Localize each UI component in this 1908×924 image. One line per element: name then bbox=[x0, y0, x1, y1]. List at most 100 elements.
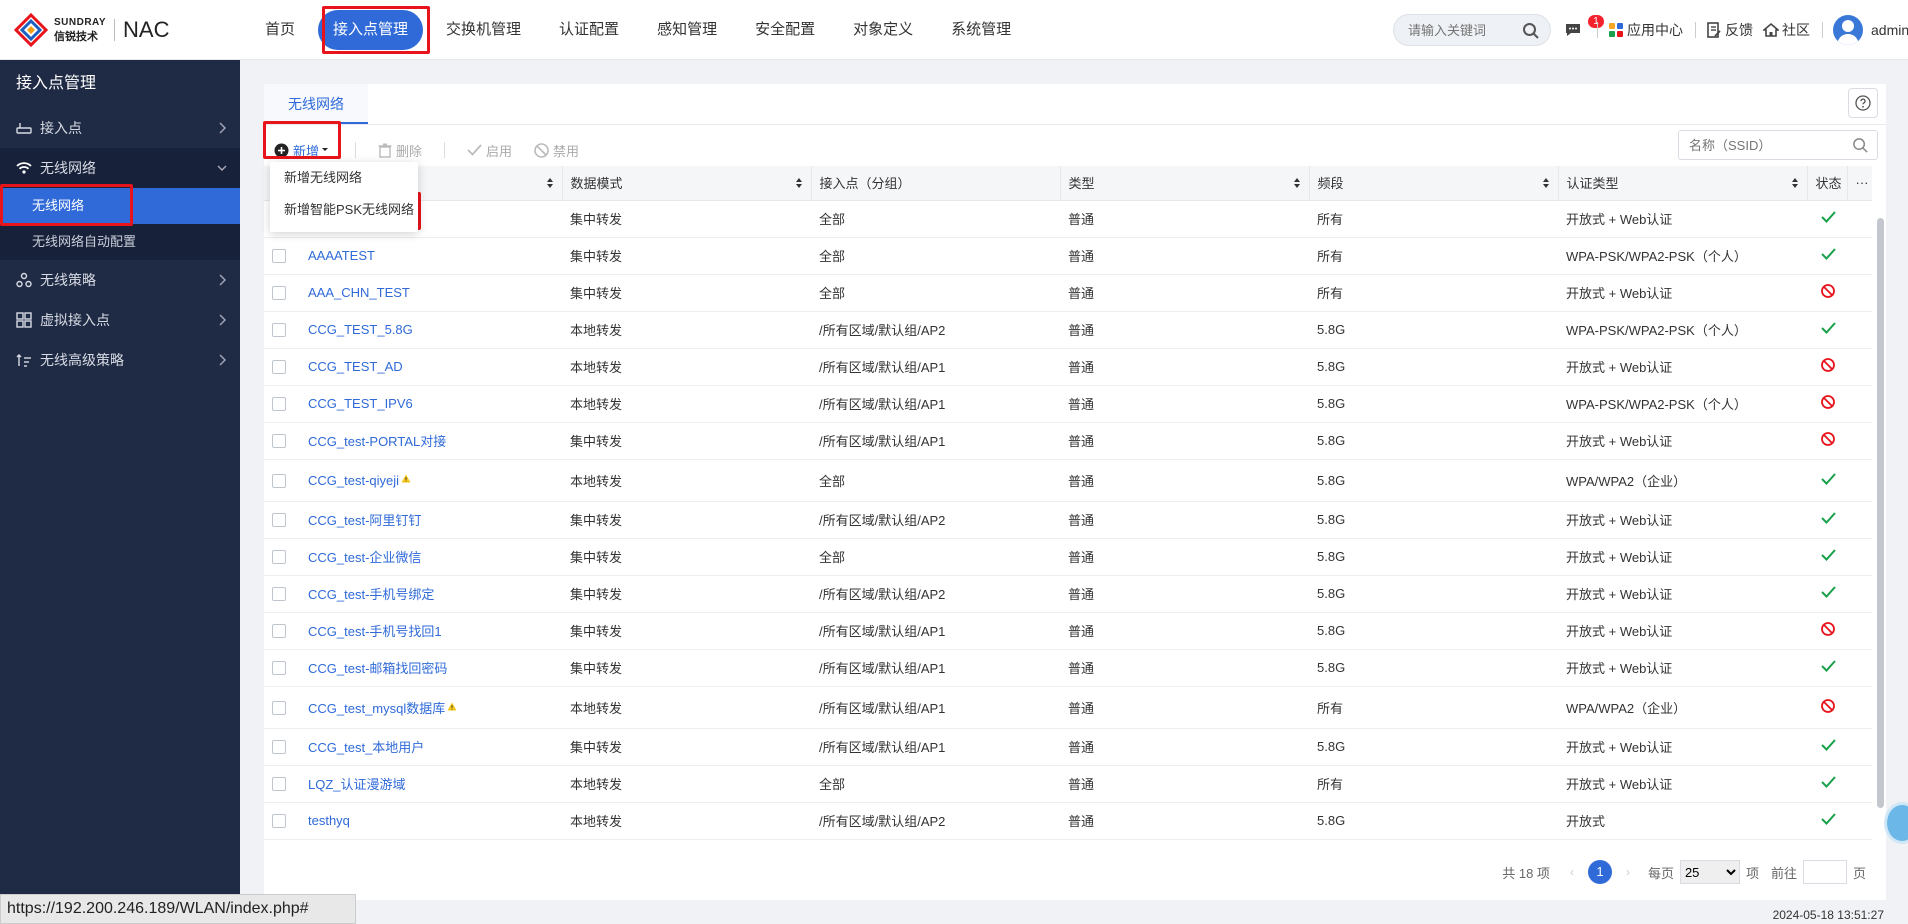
row-checkbox[interactable] bbox=[272, 513, 286, 528]
table-row[interactable]: AAAATEST 集中转发 全部 普通 所有 WPA-PSK/WPA2-PSK（个人） bbox=[264, 237, 1872, 275]
sidebar-item-access-point[interactable]: 接入点 bbox=[0, 108, 240, 148]
sidebar-item-wireless-policy[interactable]: 无线策略 bbox=[0, 260, 240, 300]
row-checkbox[interactable] bbox=[272, 814, 286, 829]
cell-status[interactable] bbox=[1807, 649, 1847, 687]
nav-home[interactable]: 首页 bbox=[250, 10, 310, 50]
vertical-scrollbar[interactable] bbox=[1874, 202, 1886, 822]
tab-wireless-network[interactable]: 无线网络 bbox=[264, 84, 368, 124]
sidebar-item-virtual-ap[interactable]: 虚拟接入点 bbox=[0, 300, 240, 340]
cell-name[interactable]: CCG_test_mysql数据库 bbox=[300, 686, 562, 729]
cell-status[interactable] bbox=[1807, 765, 1847, 803]
row-select[interactable] bbox=[264, 538, 300, 576]
cell-status[interactable] bbox=[1807, 237, 1847, 275]
cell-status[interactable] bbox=[1807, 686, 1847, 729]
row-checkbox[interactable] bbox=[272, 587, 286, 602]
table-row[interactable]: CCG_TEST_IPV6 本地转发/所有区域/默认组/AP1 普通 5.8G WPA-… bbox=[264, 385, 1872, 423]
cell-status[interactable] bbox=[1807, 728, 1847, 766]
row-select[interactable] bbox=[264, 649, 300, 687]
app-center-button[interactable]: 应用中心 bbox=[1608, 20, 1683, 40]
row-checkbox[interactable] bbox=[272, 550, 286, 565]
nav-object-definition[interactable]: 对象定义 bbox=[838, 10, 928, 50]
nav-system-management[interactable]: 系统管理 bbox=[936, 10, 1026, 50]
row-checkbox[interactable] bbox=[272, 624, 286, 639]
cell-name[interactable]: LQZ_认证漫游域 bbox=[300, 765, 562, 803]
logo[interactable]: SUNDRAY 信锐技术 NAC bbox=[13, 12, 169, 48]
sidebar-subitem-wireless-auto-config[interactable]: 无线网络自动配置 bbox=[0, 224, 240, 260]
cell-status[interactable] bbox=[1807, 538, 1847, 576]
table-row[interactable]: CCG_test-手机号绑定 集中转发/所有区域/默认组/AP2 普通 5.8G 开放式… bbox=[264, 575, 1872, 613]
nav-auth-config[interactable]: 认证配置 bbox=[544, 10, 634, 50]
row-select[interactable] bbox=[264, 575, 300, 613]
table-row[interactable]: CCG_TEST_5.8G 本地转发/所有区域/默认组/AP2 普通 5.8G WPA-… bbox=[264, 311, 1872, 349]
table-row[interactable]: CCG_test-手机号找回1 集中转发/所有区域/默认组/AP1 普通 5.8G 开放… bbox=[264, 612, 1872, 650]
row-select[interactable] bbox=[264, 274, 300, 312]
avatar[interactable] bbox=[1833, 15, 1863, 45]
header-status[interactable]: 状态 bbox=[1807, 166, 1848, 201]
row-select[interactable] bbox=[264, 385, 300, 423]
row-select[interactable] bbox=[264, 422, 300, 460]
row-checkbox[interactable] bbox=[272, 700, 286, 715]
cell-name[interactable]: CCG_test-手机号找回1 bbox=[300, 612, 562, 650]
cell-name[interactable]: CCG_test-阿里钉钉 bbox=[300, 501, 562, 539]
header-band[interactable]: 频段 bbox=[1309, 166, 1559, 201]
global-search-input[interactable] bbox=[1408, 15, 1528, 45]
row-select[interactable] bbox=[264, 612, 300, 650]
cell-name[interactable]: CCG_test-手机号绑定 bbox=[300, 575, 562, 613]
prev-page-icon[interactable]: ‹ bbox=[1570, 865, 1574, 879]
cell-name[interactable]: CCG_test_本地用户 bbox=[300, 728, 562, 766]
sidebar-subitem-wireless-network[interactable]: 无线网络 bbox=[0, 188, 240, 224]
search-icon[interactable] bbox=[1522, 22, 1540, 40]
header-data-mode[interactable]: 数据模式 bbox=[562, 166, 812, 201]
cell-status[interactable] bbox=[1807, 612, 1847, 650]
cell-status[interactable] bbox=[1807, 501, 1847, 539]
nav-perception-management[interactable]: 感知管理 bbox=[642, 10, 732, 50]
cell-name[interactable]: CCG_test-qiyeji bbox=[300, 459, 562, 502]
help-button[interactable] bbox=[1848, 88, 1878, 118]
header-auth-type[interactable]: 认证类型 bbox=[1558, 166, 1808, 201]
scrollbar-thumb[interactable] bbox=[1877, 218, 1884, 808]
nav-security-config[interactable]: 安全配置 bbox=[740, 10, 830, 50]
table-row[interactable]: CCG_test-企业微信 集中转发 全部 普通 5.8G 开放式 + Web认证 bbox=[264, 538, 1872, 576]
row-checkbox[interactable] bbox=[272, 777, 286, 792]
row-select[interactable] bbox=[264, 501, 300, 539]
table-row[interactable]: CCG_test_本地用户 集中转发/所有区域/默认组/AP1 普通 5.8G 开放式 … bbox=[264, 728, 1872, 766]
row-checkbox[interactable] bbox=[272, 661, 286, 676]
sidebar-item-advanced-policy[interactable]: 无线高级策略 bbox=[0, 340, 240, 380]
row-checkbox[interactable] bbox=[272, 286, 286, 301]
cell-name[interactable]: AAAATEST bbox=[300, 237, 562, 275]
sidebar-item-wireless-network[interactable]: 无线网络 bbox=[0, 148, 240, 188]
cell-status[interactable] bbox=[1807, 459, 1847, 502]
cell-status[interactable] bbox=[1807, 274, 1847, 312]
cell-status[interactable] bbox=[1807, 575, 1847, 613]
header-access-point[interactable]: 接入点（分组） bbox=[811, 166, 1061, 201]
cell-name[interactable]: AAA_CHN_TEST bbox=[300, 274, 562, 312]
search-icon[interactable] bbox=[1852, 137, 1869, 154]
row-checkbox[interactable] bbox=[272, 740, 286, 755]
ssid-search-input[interactable] bbox=[1689, 131, 1849, 159]
row-select[interactable] bbox=[264, 686, 300, 729]
delete-button[interactable]: 删除 bbox=[378, 141, 422, 160]
table-row[interactable]: CCG_test-邮箱找回密码 集中转发/所有区域/默认组/AP1 普通 5.8G 开放… bbox=[264, 649, 1872, 687]
row-select[interactable] bbox=[264, 765, 300, 803]
table-row[interactable]: AAA_CHN_TEST 集中转发 全部 普通 所有 开放式 + Web认证 bbox=[264, 274, 1872, 312]
cell-status[interactable] bbox=[1807, 348, 1847, 386]
cell-name[interactable]: CCG_test-PORTAL对接 bbox=[300, 422, 562, 460]
row-checkbox[interactable] bbox=[272, 473, 286, 488]
table-row[interactable]: CCG_test-PORTAL对接 集中转发/所有区域/默认组/AP1 普通 5.8G… bbox=[264, 422, 1872, 460]
feedback-button[interactable]: 反馈 bbox=[1706, 20, 1753, 40]
cell-status[interactable] bbox=[1807, 311, 1847, 349]
cell-status[interactable] bbox=[1807, 802, 1847, 840]
nav-ap-management[interactable]: 接入点管理 bbox=[318, 10, 424, 50]
row-select[interactable] bbox=[264, 728, 300, 766]
cell-status[interactable] bbox=[1807, 200, 1847, 238]
page-number[interactable]: 1 bbox=[1587, 860, 1612, 884]
row-checkbox[interactable] bbox=[272, 434, 286, 449]
disable-button[interactable]: 禁用 bbox=[534, 141, 579, 160]
add-button[interactable]: 新增 bbox=[274, 141, 333, 160]
cell-name[interactable]: CCG_test-邮箱找回密码 bbox=[300, 649, 562, 687]
per-page-select[interactable]: 25 bbox=[1679, 860, 1740, 884]
header-more[interactable]: ··· bbox=[1847, 166, 1872, 201]
table-row[interactable]: CCG_test-阿里钉钉 集中转发/所有区域/默认组/AP2 普通 5.8G 开放式 … bbox=[264, 501, 1872, 539]
assistant-float-icon[interactable] bbox=[1884, 802, 1908, 844]
table-row[interactable]: LQZ_认证漫游域 本地转发 全部 普通 所有 开放式 + Web认证 bbox=[264, 765, 1872, 803]
